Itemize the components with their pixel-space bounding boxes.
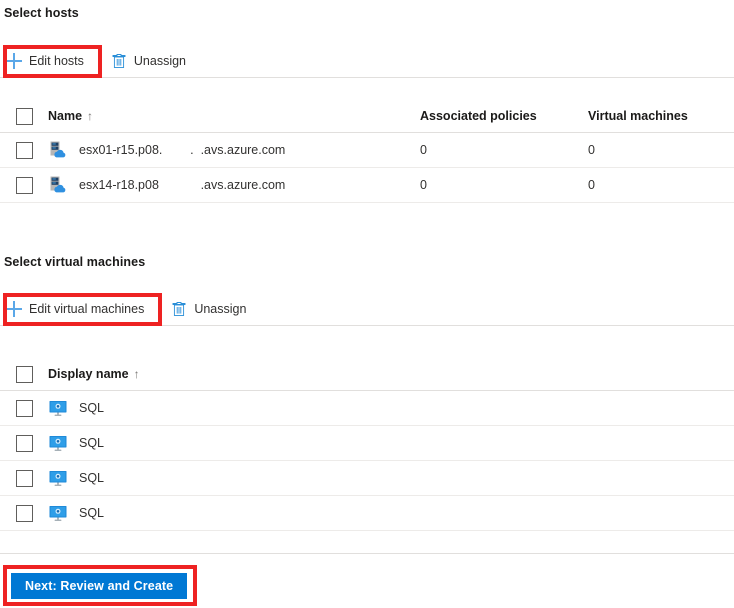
row-select-cell — [0, 176, 48, 194]
virtual-machine-icon — [48, 468, 68, 488]
row-checkbox[interactable] — [15, 504, 33, 522]
vm-name-cell: SQL — [48, 503, 734, 523]
vms-table-header-row: Display name ↑ — [0, 358, 734, 391]
footer-divider — [0, 553, 734, 554]
row-select-cell — [0, 469, 48, 487]
hosts-column-virtual-machines[interactable]: Virtual machines — [588, 109, 734, 123]
edit-hosts-label: Edit hosts — [29, 54, 84, 68]
row-checkbox[interactable] — [15, 399, 33, 417]
edit-virtual-machines-label: Edit virtual machines — [29, 302, 145, 316]
trash-icon — [171, 301, 187, 317]
sort-ascending-icon: ↑ — [133, 367, 140, 381]
select-hosts-heading: Select hosts — [4, 6, 79, 20]
hosts-select-all-checkbox[interactable] — [15, 107, 33, 125]
row-checkbox[interactable] — [15, 469, 33, 487]
row-checkbox[interactable] — [15, 176, 33, 194]
hosts-command-bar: Edit hosts Unassign — [0, 45, 734, 77]
vm-display-name-text: SQL — [79, 436, 105, 450]
hosts-column-associated-policies[interactable]: Associated policies — [420, 109, 588, 123]
virtual-machine-icon — [48, 398, 68, 418]
list-item[interactable]: SQL — [0, 496, 734, 531]
next-review-and-create-button[interactable]: Next: Review and Create — [11, 573, 188, 599]
host-cloud-icon — [48, 175, 68, 195]
list-item[interactable]: SQL — [0, 391, 734, 426]
unassign-hosts-button[interactable]: Unassign — [105, 46, 195, 76]
virtual-machine-icon — [48, 433, 68, 453]
host-name-text: esx14-r18.p08 .avs.azure.com — [79, 178, 286, 192]
trash-icon — [111, 53, 127, 69]
edit-virtual-machines-button[interactable]: Edit virtual machines — [0, 294, 153, 324]
host-associated-policies-value: 0 — [420, 143, 427, 157]
vms-column-display-name[interactable]: Display name ↑ — [48, 367, 734, 381]
virtual-machines-table: Display name ↑ SQL SQL SQL SQL — [0, 358, 734, 531]
host-virtual-machines-value: 0 — [588, 143, 595, 157]
vm-name-cell: SQL — [48, 468, 734, 488]
row-select-cell — [0, 141, 48, 159]
row-checkbox[interactable] — [15, 141, 33, 159]
host-name-cell: esx14-r18.p08 .avs.azure.com — [48, 175, 420, 195]
row-select-cell — [0, 434, 48, 452]
host-cloud-icon — [48, 140, 68, 160]
host-associated-policies-value: 0 — [420, 178, 427, 192]
vms-select-all-cell — [0, 365, 48, 383]
vm-name-cell: SQL — [48, 398, 734, 418]
vms-command-bar: Edit virtual machines Unassign — [0, 293, 734, 325]
vm-display-name-text: SQL — [79, 471, 105, 485]
vm-name-cell: SQL — [48, 433, 734, 453]
row-checkbox[interactable] — [15, 434, 33, 452]
table-row[interactable]: esx01-r15.p08. . .avs.azure.com 0 0 — [0, 133, 734, 168]
hosts-column-name[interactable]: Name ↑ — [48, 109, 420, 123]
vm-display-name-text: SQL — [79, 506, 105, 520]
hosts-toolbar-divider — [0, 77, 734, 78]
list-item[interactable]: SQL — [0, 461, 734, 496]
row-select-cell — [0, 399, 48, 417]
vms-toolbar-divider — [0, 325, 734, 326]
sort-ascending-icon: ↑ — [87, 109, 94, 123]
hosts-table: Name ↑ Associated policies Virtual machi… — [0, 100, 734, 203]
virtual-machine-icon — [48, 503, 68, 523]
plus-icon — [6, 301, 22, 317]
table-row[interactable]: esx14-r18.p08 .avs.azure.com 0 0 — [0, 168, 734, 203]
unassign-hosts-label: Unassign — [133, 54, 187, 68]
vm-display-name-text: SQL — [79, 401, 105, 415]
row-select-cell — [0, 504, 48, 522]
hosts-table-header-row: Name ↑ Associated policies Virtual machi… — [0, 100, 734, 133]
unassign-virtual-machines-label: Unassign — [194, 302, 247, 316]
host-name-cell: esx01-r15.p08. . .avs.azure.com — [48, 140, 420, 160]
unassign-virtual-machines-button[interactable]: Unassign — [165, 294, 255, 324]
hosts-select-all-cell — [0, 107, 48, 125]
edit-hosts-button[interactable]: Edit hosts — [0, 46, 93, 76]
host-virtual-machines-value: 0 — [588, 178, 595, 192]
select-virtual-machines-heading: Select virtual machines — [4, 255, 146, 269]
vms-select-all-checkbox[interactable] — [15, 365, 33, 383]
host-name-text: esx01-r15.p08. . .avs.azure.com — [79, 143, 286, 157]
plus-icon — [6, 53, 22, 69]
list-item[interactable]: SQL — [0, 426, 734, 461]
